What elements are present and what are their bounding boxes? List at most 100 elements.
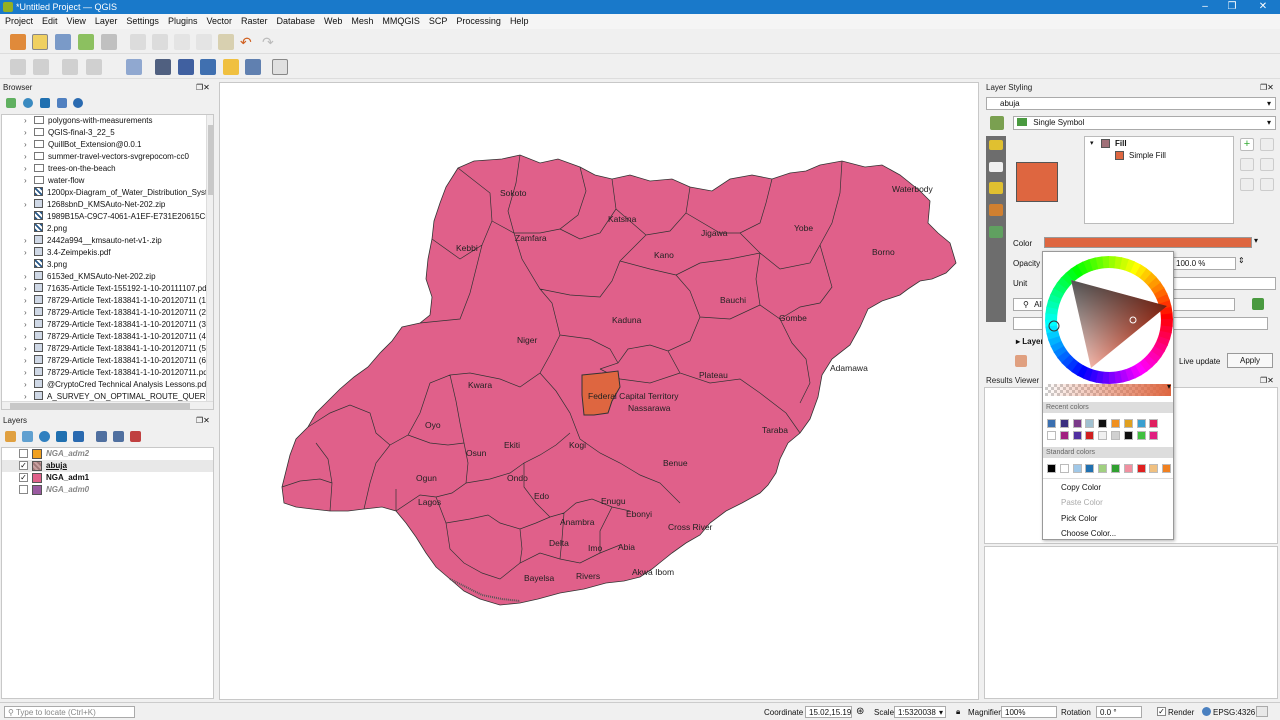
rotate-label-icon[interactable] [245, 59, 261, 75]
menu-mesh[interactable]: Mesh [346, 14, 377, 26]
label-tool-icon[interactable] [126, 59, 142, 75]
map-canvas[interactable]: Sokoto Katsina Jigawa Yobe Waterbody Borno Keb… [219, 82, 979, 700]
menu-layer[interactable]: Layer [90, 14, 122, 26]
layer-select[interactable]: abuja ▾ [986, 97, 1276, 110]
browser-tree[interactable]: › polygons-with-measurements › QGIS-final-3… [1, 114, 214, 410]
browser-item[interactable]: › 71635-Article Text-155192-1-10-20111107… [24, 283, 210, 295]
color-popup[interactable]: ▾ Recent colors Standard colors Copy Col… [1042, 251, 1174, 540]
expand-arrow-icon[interactable]: › [24, 151, 34, 163]
layer-visibility-checkbox[interactable]: ✓ [19, 461, 28, 470]
layers-panel-float-icon[interactable]: ❐✕ [196, 416, 210, 425]
results-float-icon[interactable]: ❐✕ [1260, 376, 1274, 385]
filter-expression-icon[interactable] [73, 431, 84, 442]
coordinate-field[interactable]: 15.02,15.19 [805, 706, 852, 718]
add-selected-icon[interactable] [6, 98, 16, 108]
text-annotation-icon[interactable] [272, 59, 288, 75]
layer-visibility-checkbox[interactable] [19, 449, 28, 458]
standard-color-swatch[interactable] [1123, 464, 1133, 473]
undo-icon[interactable]: ↶ [240, 34, 256, 50]
locator-input[interactable]: ⚲ Type to locate (Ctrl+K) [4, 706, 135, 718]
expand-arrow-icon[interactable]: › [24, 379, 34, 391]
recent-color-swatch[interactable] [1059, 431, 1069, 440]
browser-item[interactable]: 1200px-Diagram_of_Water_Distribution_Sys… [24, 187, 210, 199]
unit-select[interactable] [1172, 277, 1276, 290]
panel-float-icon[interactable]: ❐✕ [196, 83, 210, 92]
standard-color-swatch[interactable] [1136, 464, 1146, 473]
menu-vector[interactable]: Vector [201, 14, 236, 26]
apply-button[interactable]: Apply [1227, 353, 1273, 368]
remove-symbol-layer-icon[interactable] [1240, 158, 1254, 171]
expand-all-icon[interactable] [96, 431, 107, 442]
move-label-icon[interactable] [200, 59, 216, 75]
browser-item[interactable]: › 78729-Article Text-183841-1-10-20120711… [24, 331, 210, 343]
show-labels-icon[interactable] [178, 59, 194, 75]
filter-legend-icon[interactable] [56, 431, 67, 442]
recent-color-swatch[interactable] [1085, 431, 1095, 440]
layer-visibility-checkbox[interactable]: ✓ [19, 473, 28, 482]
recent-color-swatch[interactable] [1098, 431, 1108, 440]
browser-item[interactable]: › 78729-Article Text-183841-1-10-20120711… [24, 319, 210, 331]
browser-item[interactable]: › summer-travel-vectors-svgrepocom-cc0 [24, 151, 210, 163]
expand-arrow-icon[interactable]: › [24, 175, 34, 187]
browser-item[interactable]: › QuillBot_Extension@0.0.1 [24, 139, 210, 151]
maximize-button[interactable]: ❐ [1219, 1, 1245, 13]
browser-item[interactable]: 2.png [24, 223, 210, 235]
digitize-icon[interactable] [10, 59, 26, 75]
menu-item-copy-color[interactable]: Copy Color [1061, 483, 1101, 492]
layer-row[interactable]: NGA_adm2 [2, 448, 213, 460]
standard-color-swatch[interactable] [1072, 464, 1082, 473]
opacity-input[interactable]: 100.0 % [1172, 257, 1236, 270]
refresh-icon[interactable] [23, 98, 33, 108]
menu-item-paste-color[interactable]: Paste Color [1061, 498, 1103, 507]
add-symbol-layer-icon[interactable]: + [1240, 138, 1254, 151]
expand-arrow-icon[interactable]: › [24, 295, 34, 307]
redo-icon[interactable]: ↷ [262, 34, 278, 50]
browser-item[interactable]: › 78729-Article Text-183841-1-10-20120711… [24, 343, 210, 355]
browser-hscrollbar[interactable] [2, 401, 213, 409]
standard-color-swatch[interactable] [1149, 464, 1159, 473]
opacity-spin-icon[interactable]: ⇕ [1238, 256, 1245, 265]
remove-layer-icon[interactable] [130, 431, 141, 442]
expand-arrow-icon[interactable]: › [24, 115, 34, 127]
lock-scale-icon[interactable]: 🔒︎ [956, 707, 960, 717]
masks-tab-icon[interactable] [989, 204, 1003, 216]
render-checkbox[interactable]: ✓ [1157, 707, 1166, 716]
layer-row[interactable]: NGA_adm0 [2, 484, 213, 496]
menu-mmqgis[interactable]: MMQGIS [377, 14, 424, 26]
layer-symbol-swatch[interactable] [32, 461, 42, 471]
expand-arrow-icon[interactable]: › [24, 367, 34, 379]
layer-symbol-swatch[interactable] [32, 485, 42, 495]
alpha-handle-icon[interactable]: ▾ [1167, 382, 1171, 391]
topology-icon[interactable] [62, 59, 78, 75]
nigeria-map[interactable]: Sokoto Katsina Jigawa Yobe Waterbody Borno Keb… [220, 83, 978, 699]
expand-arrow-icon[interactable]: › [24, 331, 34, 343]
browser-item[interactable]: › @CryptoCred Technical Analysis Lessons.… [24, 379, 210, 391]
move-down-icon[interactable] [1260, 158, 1274, 171]
delete-selected-icon[interactable] [152, 34, 168, 50]
layers-tree[interactable]: NGA_adm2 ✓ abuja ✓ NGA_adm1 NGA_adm0 [1, 447, 214, 699]
symbology-tab-icon[interactable] [989, 140, 1003, 150]
close-window-button[interactable]: ✕ [1250, 1, 1276, 13]
expand-arrow-icon[interactable]: › [24, 319, 34, 331]
magnifier-field[interactable]: 100% [1001, 706, 1057, 718]
copy-features-icon[interactable] [196, 34, 212, 50]
recent-color-swatch[interactable] [1149, 431, 1159, 440]
menu-project[interactable]: Project [0, 14, 37, 26]
renderer-select[interactable]: Single Symbol ▾ [1013, 116, 1276, 130]
recent-color-swatch[interactable] [1136, 431, 1146, 440]
browser-item[interactable]: 1989B15A-C9C7-4061-A1EF-E731E20615C5.jp [24, 211, 210, 223]
menu-view[interactable]: View [62, 14, 90, 26]
star-diagram-icon[interactable] [223, 59, 239, 75]
recent-color-swatch[interactable] [1123, 419, 1133, 428]
menu-help[interactable]: Help [505, 14, 533, 26]
standard-color-swatch[interactable] [1162, 464, 1172, 473]
add-group-icon[interactable] [22, 431, 33, 442]
rotation-field[interactable]: 0.0 ° [1096, 706, 1142, 718]
browser-item[interactable]: › 3.4-Zeimpekis.pdf [24, 247, 210, 259]
browser-item[interactable]: › QGIS-final-3_22_5 [24, 127, 210, 139]
menu-database[interactable]: Database [272, 14, 320, 26]
scale-field[interactable]: 1:5320038 ▾ [894, 706, 946, 718]
expand-arrow-icon[interactable]: › [24, 307, 34, 319]
modify-attributes-icon[interactable] [130, 34, 146, 50]
info-icon[interactable] [73, 98, 83, 108]
